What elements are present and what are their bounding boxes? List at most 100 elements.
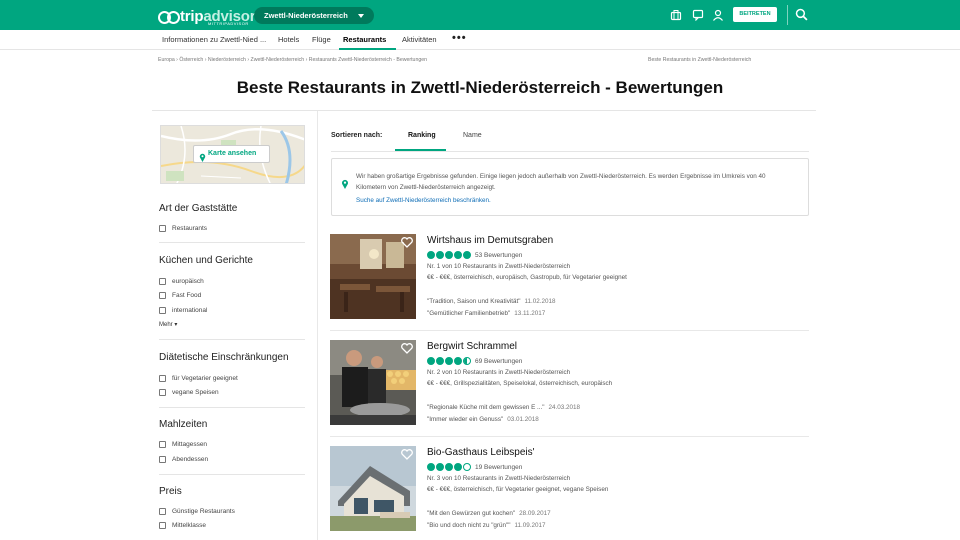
- restaurant-name[interactable]: Bio-Gasthaus Leibspeis': [427, 447, 535, 458]
- rating-bubble-icon: [427, 463, 435, 471]
- filter-option[interactable]: international: [159, 306, 207, 315]
- join-button[interactable]: BEITRETEN: [733, 7, 777, 22]
- checkbox[interactable]: [159, 278, 166, 285]
- heart-icon[interactable]: [401, 343, 413, 354]
- nav-item-info[interactable]: Informationen zu Zwettl-Nied ...: [162, 35, 266, 44]
- checkbox[interactable]: [159, 307, 166, 314]
- card-divider: [330, 436, 809, 437]
- review-count[interactable]: 69 Bewertungen: [475, 358, 522, 365]
- breadcrumb[interactable]: Europa › Österreich › Niederösterreich ›…: [158, 57, 427, 63]
- filter-option[interactable]: Mittelklasse: [159, 521, 206, 530]
- location-notice: Wir haben großartige Ergebnisse gefunden…: [331, 158, 809, 216]
- search-icon[interactable]: [795, 8, 808, 21]
- chevron-down-icon: [357, 14, 364, 18]
- checkbox[interactable]: [159, 375, 166, 382]
- filter-option[interactable]: europäisch: [159, 277, 204, 286]
- checkbox[interactable]: [159, 456, 166, 463]
- nav-item-activities[interactable]: Aktivitäten: [402, 35, 437, 44]
- review-count[interactable]: 53 Bewertungen: [475, 252, 522, 259]
- nav-item-hotels[interactable]: Hotels: [278, 35, 299, 44]
- header-divider: [787, 5, 788, 25]
- rating-bubble-icon: [454, 357, 462, 365]
- rating-bubbles: 69 Bewertungen: [427, 357, 522, 365]
- show-more-link[interactable]: Mehr ▾: [159, 321, 177, 328]
- restaurant-name[interactable]: Wirtshaus im Demutsgraben: [427, 235, 553, 246]
- geo-label: Zwettl-Niederösterreich: [264, 11, 348, 20]
- filter-option[interactable]: Abendessen: [159, 455, 208, 464]
- map-pin-icon: [199, 149, 206, 162]
- filter-divider: [159, 474, 305, 475]
- restaurant-card[interactable]: Bio-Gasthaus Leibspeis' 19 Bewertungen N…: [330, 446, 809, 540]
- filter-divider: [159, 242, 305, 243]
- rating-bubble-icon: [427, 357, 435, 365]
- rating-bubble-icon: [454, 251, 462, 259]
- notice-text: Wir haben großartige Ergebnisse gefunden…: [356, 173, 766, 191]
- filter-title-diet: Diätetische Einschränkungen: [159, 352, 289, 363]
- rating-bubble-icon: [445, 357, 453, 365]
- filter-option[interactable]: Günstige Restaurants: [159, 507, 235, 516]
- nav-item-flights[interactable]: Flüge: [312, 35, 331, 44]
- review-snippet[interactable]: "Mit den Gewürzen gut kochen" 28.09.2017: [427, 510, 551, 517]
- checkbox[interactable]: [159, 389, 166, 396]
- suitcase-icon[interactable]: [670, 9, 682, 21]
- review-snippet[interactable]: "Bio und doch nicht zu "grün"" 11.09.2017: [427, 522, 546, 529]
- rating-bubble-icon: [445, 463, 453, 471]
- checkbox[interactable]: [159, 225, 166, 232]
- page-title: Beste Restaurants in Zwettl-Niederösterr…: [236, 78, 724, 97]
- heart-icon[interactable]: [401, 449, 413, 460]
- rating-bubbles: 19 Bewertungen: [427, 463, 522, 471]
- notification-icon[interactable]: [692, 9, 704, 21]
- filter-title-meals: Mahlzeiten: [159, 419, 208, 430]
- filter-option[interactable]: für Vegetarier geeignet: [159, 374, 238, 383]
- filter-divider: [159, 407, 305, 408]
- filter-title-type: Art der Gaststätte: [159, 203, 238, 214]
- review-snippet[interactable]: "Gemütlicher Familienbetrieb" 13.11.2017: [427, 310, 545, 317]
- checkbox[interactable]: [159, 441, 166, 448]
- filter-option[interactable]: Restaurants: [159, 224, 207, 233]
- restrict-search-link[interactable]: Suche auf Zwettl-Niederösterreich beschr…: [356, 197, 491, 204]
- owl-logo-icon: [158, 9, 180, 24]
- nav-active-indicator: [339, 48, 396, 50]
- checkbox[interactable]: [159, 292, 166, 299]
- rating-bubbles: 53 Bewertungen: [427, 251, 522, 259]
- cuisine-text: €€ - €€€, Grillspezialitäten, Speiseloka…: [427, 380, 613, 387]
- rating-bubble-icon: [463, 251, 471, 259]
- rating-bubble-icon: [436, 251, 444, 259]
- rating-bubble-icon: [454, 463, 462, 471]
- sort-divider: [331, 151, 809, 152]
- rating-bubble-half-icon: [463, 357, 471, 365]
- location-pin-icon: [342, 179, 348, 189]
- rating-bubble-empty-icon: [463, 463, 471, 471]
- review-snippet[interactable]: "Tradition, Saison und Kreativität" 11.02…: [427, 298, 556, 305]
- ranking-text: Nr. 3 von 10 Restaurants in Zwettl-Niede…: [427, 475, 571, 482]
- more-menu-icon[interactable]: •••: [452, 32, 467, 44]
- restaurant-name[interactable]: Bergwirt Schrammel: [427, 341, 517, 352]
- ranking-text: Nr. 1 von 10 Restaurants in Zwettl-Niede…: [427, 263, 571, 270]
- filter-option[interactable]: Fast Food: [159, 291, 201, 300]
- main-nav: Informationen zu Zwettl-Nied ... Hotels …: [0, 30, 960, 50]
- tripadvisor-logo[interactable]: tripadvisor MITTRIPADVISOR: [158, 6, 256, 26]
- checkbox[interactable]: [159, 522, 166, 529]
- profile-icon[interactable]: [712, 9, 724, 21]
- filter-option[interactable]: Mittagessen: [159, 440, 207, 449]
- cuisine-text: €€ - €€€, österreichisch, für Vegetarier…: [427, 486, 609, 493]
- rating-bubble-icon: [436, 463, 444, 471]
- ranking-text: Nr. 2 von 10 Restaurants in Zwettl-Niede…: [427, 369, 571, 376]
- restaurant-card[interactable]: Bergwirt Schrammel 69 Bewertungen Nr. 2 …: [330, 340, 809, 430]
- filter-divider: [159, 339, 305, 340]
- review-snippet[interactable]: "Immer wieder ein Genuss" 03.01.2018: [427, 416, 539, 423]
- review-count[interactable]: 19 Bewertungen: [475, 464, 522, 471]
- nav-item-restaurants[interactable]: Restaurants: [343, 35, 386, 44]
- checkbox[interactable]: [159, 508, 166, 515]
- restaurant-card[interactable]: Wirtshaus im Demutsgraben 53 Bewertungen…: [330, 234, 809, 324]
- geo-selector[interactable]: Zwettl-Niederösterreich: [254, 7, 374, 24]
- filter-option[interactable]: vegane Speisen: [159, 388, 219, 397]
- review-snippet[interactable]: "Regionale Küche mit dem gewissen E ..."…: [427, 404, 580, 411]
- sort-tab-ranking[interactable]: Ranking: [408, 132, 436, 139]
- rating-bubble-icon: [445, 251, 453, 259]
- breadcrumb-right: Beste Restaurants in Zwettl-Niederösterr…: [648, 57, 752, 63]
- cuisine-text: €€ - €€€, österreichisch, europäisch, Ga…: [427, 274, 627, 281]
- filter-title-cuisine: Küchen und Gerichte: [159, 255, 253, 266]
- heart-icon[interactable]: [401, 237, 413, 248]
- sort-tab-name[interactable]: Name: [463, 132, 482, 139]
